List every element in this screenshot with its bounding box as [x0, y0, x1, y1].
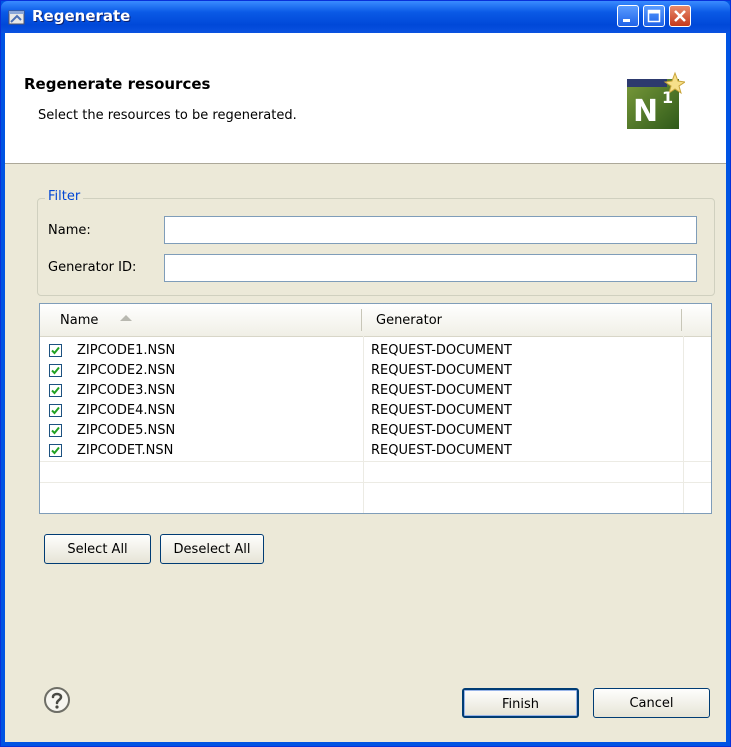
row-name: ZIPCODE1.NSN: [77, 343, 176, 358]
row-checkbox[interactable]: [49, 444, 62, 457]
table-row[interactable]: ZIPCODET.NSN REQUEST-DOCUMENT: [40, 441, 711, 461]
cancel-button[interactable]: Cancel: [593, 688, 710, 718]
table-row[interactable]: ZIPCODE1.NSN REQUEST-DOCUMENT: [40, 341, 711, 361]
column-separator[interactable]: [681, 309, 682, 331]
checkmark-icon: [51, 386, 60, 395]
title-bar[interactable]: Regenerate: [1, 1, 730, 33]
row-generator: REQUEST-DOCUMENT: [371, 383, 512, 398]
column-header-name[interactable]: Name: [60, 313, 98, 328]
maximize-button[interactable]: [643, 5, 665, 27]
close-icon: [674, 10, 686, 22]
logo-superscript: 1: [662, 88, 673, 107]
row-name: ZIPCODET.NSN: [77, 443, 174, 458]
banner-title: Regenerate resources: [24, 75, 211, 93]
name-label: Name:: [48, 223, 91, 238]
table-row[interactable]: ZIPCODE4.NSN REQUEST-DOCUMENT: [40, 401, 711, 421]
banner-description: Select the resources to be regenerated.: [38, 108, 297, 123]
deselect-all-button[interactable]: Deselect All: [160, 534, 264, 564]
row-name: ZIPCODE3.NSN: [77, 383, 176, 398]
row-name: ZIPCODE4.NSN: [77, 403, 176, 418]
column-separator[interactable]: [361, 309, 362, 331]
table-header: Name Generator: [40, 304, 711, 337]
maximize-icon: [647, 9, 661, 23]
minimize-button[interactable]: [617, 5, 639, 27]
header-banner: Regenerate resources Select the resource…: [5, 33, 726, 164]
row-generator: REQUEST-DOCUMENT: [371, 363, 512, 378]
table-row[interactable]: ZIPCODE5.NSN REQUEST-DOCUMENT: [40, 421, 711, 441]
checkmark-icon: [51, 366, 60, 375]
checkmark-icon: [51, 346, 60, 355]
generator-id-label: Generator ID:: [48, 260, 137, 275]
row-generator: REQUEST-DOCUMENT: [371, 443, 512, 458]
resources-table: Name Generator ZIPCODE1.NSN REQUEST-DOCU…: [39, 303, 712, 514]
n1-logo-icon: N 1: [625, 71, 687, 131]
table-row[interactable]: ZIPCODE3.NSN REQUEST-DOCUMENT: [40, 381, 711, 401]
filter-legend: Filter: [45, 189, 84, 204]
regenerate-dialog: Regenerate Regenerate resources Select t…: [0, 0, 731, 747]
row-name: ZIPCODE5.NSN: [77, 423, 176, 438]
window-app-icon: [8, 8, 26, 26]
column-header-generator[interactable]: Generator: [376, 313, 442, 328]
row-generator: REQUEST-DOCUMENT: [371, 343, 512, 358]
checkmark-icon: [51, 426, 60, 435]
logo-letter: N: [633, 94, 658, 129]
checkmark-icon: [51, 446, 60, 455]
row-checkbox[interactable]: [49, 424, 62, 437]
row-generator: REQUEST-DOCUMENT: [371, 403, 512, 418]
minimize-icon: [623, 19, 630, 22]
row-checkbox[interactable]: [49, 404, 62, 417]
row-checkbox[interactable]: [49, 384, 62, 397]
row-generator: REQUEST-DOCUMENT: [371, 423, 512, 438]
help-icon[interactable]: [43, 686, 71, 714]
finish-button[interactable]: Finish: [462, 688, 579, 718]
sort-ascending-icon: [120, 315, 132, 321]
table-row[interactable]: ZIPCODE2.NSN REQUEST-DOCUMENT: [40, 361, 711, 381]
empty-table-row: [40, 461, 711, 483]
generator-id-filter-input[interactable]: [164, 254, 697, 282]
row-checkbox[interactable]: [49, 364, 62, 377]
select-all-button[interactable]: Select All: [44, 534, 151, 564]
checkmark-icon: [51, 406, 60, 415]
window-title: Regenerate: [32, 7, 131, 25]
dialog-content: Regenerate resources Select the resource…: [5, 33, 726, 742]
row-checkbox[interactable]: [49, 344, 62, 357]
name-filter-input[interactable]: [164, 216, 697, 244]
close-button[interactable]: [669, 5, 691, 27]
row-name: ZIPCODE2.NSN: [77, 363, 176, 378]
